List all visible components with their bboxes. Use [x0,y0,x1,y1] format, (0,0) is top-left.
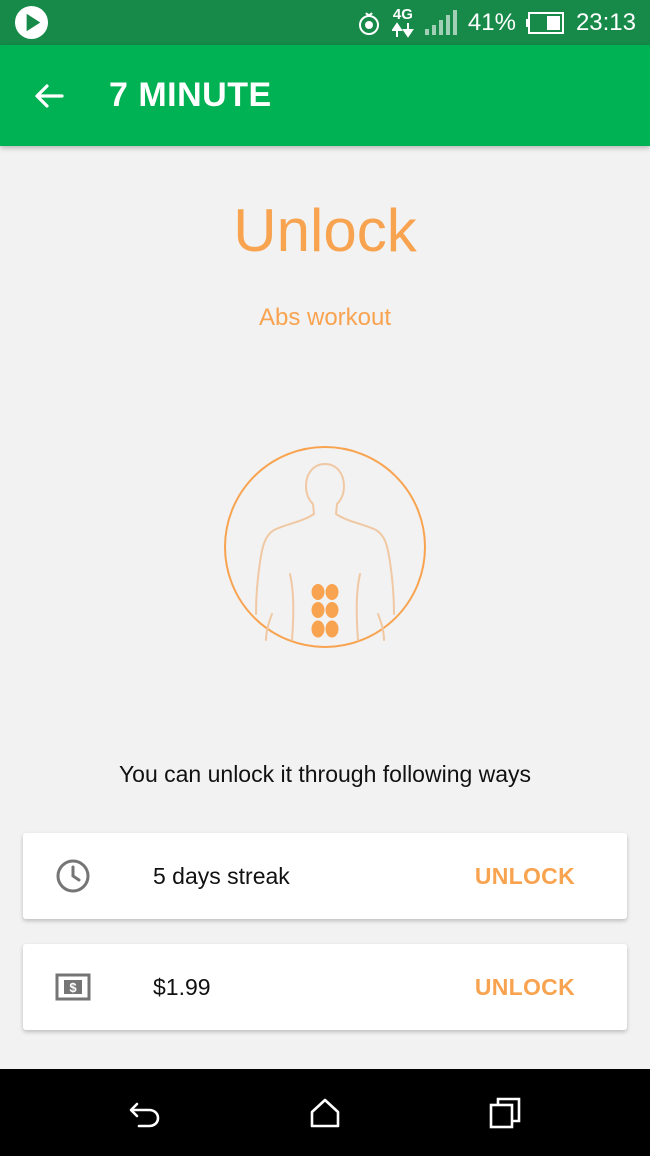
streak-label: 5 days streak [153,863,290,889]
page-title: 7 MINUTE [109,76,272,114]
streak-unlock-card[interactable]: 5 days streak UNLOCK [23,833,627,919]
battery-icon [525,11,566,34]
signal-icon [424,9,458,36]
clock-time: 23:13 [575,8,636,36]
home-nav-icon[interactable] [307,1095,343,1131]
system-nav-bar [0,1069,650,1156]
price-label: $1.99 [153,974,211,1000]
purchase-unlock-card[interactable]: $ $1.99 UNLOCK [23,944,627,1030]
clock-icon [56,859,90,893]
notification-icon [356,10,382,36]
dollar-bill-icon: $ [55,973,91,1001]
network-type-label: 4G [392,5,413,23]
unlock-instructions: You can unlock it through following ways [118,761,532,787]
abs-body-icon [224,446,426,648]
back-nav-icon[interactable] [127,1095,163,1131]
purchase-unlock-button[interactable]: UNLOCK [475,974,575,1001]
arrow-back-icon[interactable] [32,79,66,113]
streak-unlock-button[interactable]: UNLOCK [475,863,575,890]
status-bar: 4G 41% 23:13 [0,0,650,45]
network-4g-icon: 4G [391,5,414,38]
play-store-icon [14,5,49,40]
svg-text:$: $ [69,980,77,995]
battery-percent: 41% [467,8,516,36]
unlock-headline: Unlock [233,197,417,264]
recents-nav-icon[interactable] [487,1095,523,1131]
workout-subtitle: Abs workout [258,304,392,331]
app-bar: 7 MINUTE [0,45,650,146]
